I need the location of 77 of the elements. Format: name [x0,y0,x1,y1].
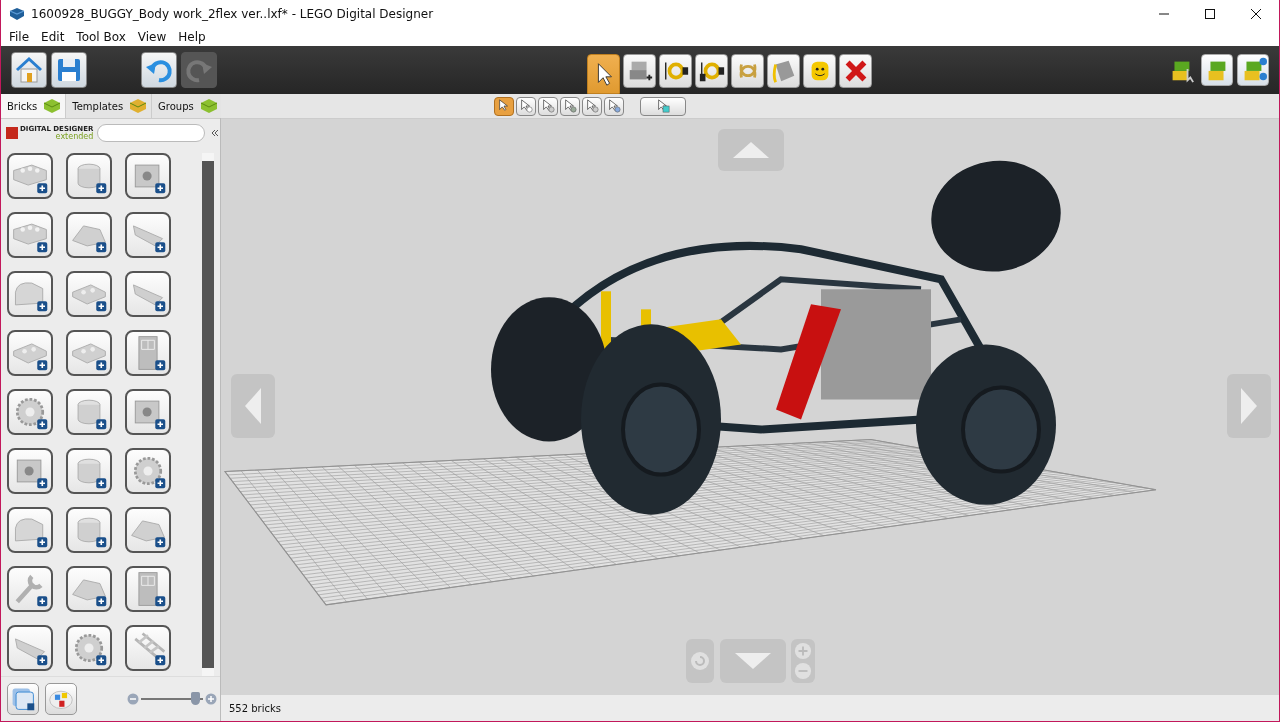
scrollbar[interactable] [202,153,214,676]
invert-select-button[interactable] [640,96,686,116]
round-brick-tile[interactable] [66,448,112,494]
rotate-icon [690,651,710,671]
maximize-icon [1205,9,1215,19]
brick-plus-icon [10,686,36,712]
zoom-slider[interactable] [127,693,217,705]
zoom-out-icon [794,662,812,680]
select-tool-button[interactable] [587,54,620,94]
plate-brick-tile[interactable] [7,330,53,376]
color-shape-select-button[interactable] [604,96,624,116]
zoom-in-icon [794,642,812,660]
minifig-tool-button[interactable] [803,54,836,88]
multiple-select-button[interactable] [516,96,536,116]
door-brick-tile[interactable] [125,330,171,376]
down-arrow-icon [733,651,773,671]
wedge-brick-tile[interactable] [125,271,171,317]
tool-brick-tile[interactable] [7,566,53,612]
hinge-tool-button[interactable] [659,54,692,88]
left-arrow-icon [243,386,263,426]
cursor-icon [563,99,577,113]
wedge-brick-tile[interactable] [7,625,53,671]
cursor-icon [607,99,621,113]
home-button[interactable] [11,52,47,88]
hinge-align-tool-button[interactable] [695,54,728,88]
instructions-mode-button[interactable] [1237,54,1269,86]
window-title: 1600928_BUGGY_Body work_2flex ver..lxf* - LEGO Digital Designer [31,7,434,21]
curve-brick-tile[interactable] [7,271,53,317]
menu-item[interactable]: File [3,30,36,44]
save-button[interactable] [51,52,87,88]
search-field[interactable] [97,124,206,142]
cursor-icon [497,99,511,113]
color-palette-button[interactable] [45,683,77,715]
gear-brick-tile[interactable] [125,448,171,494]
round-brick-tile[interactable] [66,507,112,553]
menu-item[interactable]: Tool Box [70,30,132,44]
color-select-button[interactable] [560,96,580,116]
home-icon [14,55,44,85]
cursor-icon [541,99,555,113]
plate-brick-tile[interactable] [66,330,112,376]
gear-brick-tile[interactable] [7,389,53,435]
cursor-icon [519,99,533,113]
round-brick-tile[interactable] [66,389,112,435]
right-arrow-icon [1239,386,1259,426]
menu-item[interactable]: Edit [35,30,71,44]
round-brick-tile[interactable] [66,153,112,199]
palette-tab[interactable]: Bricks [1,94,67,118]
wedge-brick-tile[interactable] [125,212,171,258]
slope-brick-tile[interactable] [66,566,112,612]
curve-brick-tile[interactable] [7,507,53,553]
cursor-icon [656,99,670,113]
gear-brick-tile[interactable] [66,625,112,671]
technic-brick-tile[interactable] [125,389,171,435]
collapse-icon[interactable] [211,129,219,137]
menu-item[interactable]: View [131,30,173,44]
delete-tool-button[interactable] [839,54,872,88]
up-arrow-icon [731,140,771,160]
brick-brick-tile[interactable] [7,153,53,199]
connected-select-button[interactable] [538,96,558,116]
door-brick-tile[interactable] [125,566,171,612]
undo-button[interactable] [141,52,177,88]
single-select-button[interactable] [494,96,514,116]
slope-brick-tile[interactable] [125,507,171,553]
plate-brick-tile[interactable] [66,271,112,317]
brick-brick-tile[interactable] [7,212,53,258]
slider-thumb[interactable] [190,692,200,705]
shape-select-button[interactable] [582,96,602,116]
technic-brick-tile[interactable] [7,448,53,494]
track-brick-tile[interactable] [125,625,171,671]
menu-item[interactable]: Help [172,30,212,44]
close-icon [1251,9,1261,19]
slope-brick-tile[interactable] [66,212,112,258]
technic-brick-tile[interactable] [125,153,171,199]
clone-tool-button[interactable] [623,54,656,88]
brick-count: 552 bricks [229,702,281,714]
cursor-icon [585,99,599,113]
brick-palette-button[interactable] [7,683,39,715]
